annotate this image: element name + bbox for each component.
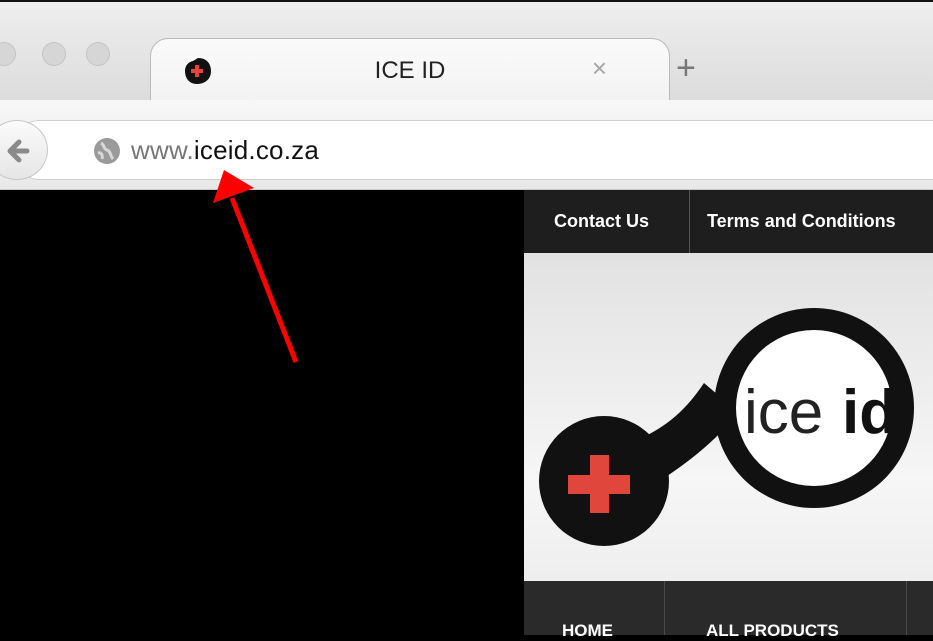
window-zoom-button[interactable]	[86, 42, 110, 66]
website: Contact Us Terms and Conditions ice id H…	[524, 190, 933, 640]
back-arrow-icon	[7, 139, 30, 163]
browser-toolbar: www.iceid.co.za	[0, 100, 933, 190]
nav-all-products[interactable]: ALL PRODUCTS	[706, 621, 839, 641]
window-minimize-button[interactable]	[42, 42, 66, 66]
plus-icon[interactable]: +	[676, 48, 696, 88]
contact-us-link[interactable]: Contact Us	[554, 190, 649, 253]
nav-divider	[689, 190, 690, 253]
url-text[interactable]: www.iceid.co.za	[131, 135, 319, 166]
header-banner: ice id	[524, 253, 933, 581]
window-close-button[interactable]	[0, 42, 16, 66]
iceid-logo[interactable]: ice id	[524, 253, 933, 581]
url-prefix: www.	[131, 135, 194, 165]
globe-icon	[94, 138, 120, 164]
logo-text-id: id	[842, 378, 897, 447]
main-navigation: HOME ALL PRODUCTS	[524, 581, 933, 640]
back-button[interactable]	[0, 120, 48, 180]
url-suffix: .co.za	[248, 135, 319, 165]
top-navigation: Contact Us Terms and Conditions	[524, 190, 933, 253]
nav-divider	[906, 581, 907, 635]
url-domain: iceid	[193, 135, 249, 165]
close-icon[interactable]: ×	[592, 53, 607, 84]
tab-ice-id[interactable]: ICE ID ×	[150, 38, 670, 104]
nav-home[interactable]: HOME	[562, 621, 613, 641]
browser-titlebar: ICE ID × +	[0, 0, 933, 104]
terms-and-conditions-link[interactable]: Terms and Conditions	[707, 190, 896, 253]
address-bar[interactable]: www.iceid.co.za	[10, 120, 933, 180]
nav-divider	[664, 581, 665, 635]
logo-text-ice: ice	[744, 378, 823, 447]
